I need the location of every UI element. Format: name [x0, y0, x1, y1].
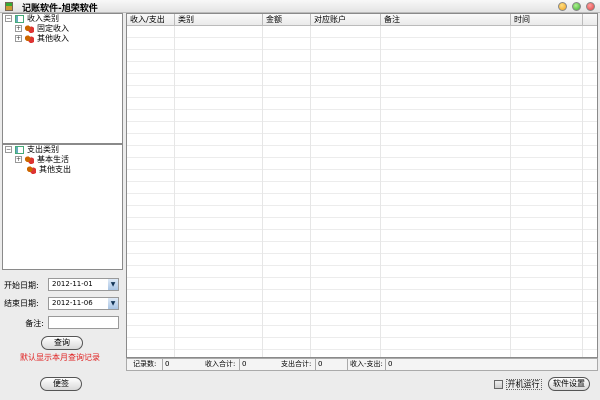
category-icon: [25, 155, 34, 164]
table-icon: [15, 145, 24, 154]
dropdown-arrow-icon[interactable]: ▼: [108, 279, 118, 290]
expand-icon[interactable]: +: [15, 35, 22, 42]
net-value: 0: [385, 359, 595, 370]
checkbox-box[interactable]: [494, 380, 503, 389]
category-icon: [25, 24, 34, 33]
column-divider: [510, 26, 511, 357]
close-button[interactable]: [586, 2, 595, 11]
autostart-label: 开机运行: [505, 379, 542, 390]
tree-root-income[interactable]: − 收入类别: [5, 14, 59, 24]
end-date-picker[interactable]: 2012-11-06 ▼: [48, 297, 119, 310]
tree-item-fixed-income[interactable]: + 固定收入: [15, 24, 69, 34]
settings-button[interactable]: 软件设置: [548, 377, 590, 391]
maximize-button[interactable]: [572, 2, 581, 11]
tree-item-other-income[interactable]: + 其他收入: [15, 34, 69, 44]
collapse-icon[interactable]: −: [5, 146, 12, 153]
collapse-icon[interactable]: −: [5, 15, 12, 22]
column-divider: [174, 26, 175, 357]
record-count-value: 0: [162, 359, 199, 370]
tree-label: 其他支出: [39, 165, 71, 174]
app-icon: [5, 2, 13, 11]
minimize-button[interactable]: [558, 2, 567, 11]
query-button[interactable]: 查询: [41, 336, 83, 350]
column-divider: [380, 26, 381, 357]
column-divider: [582, 26, 583, 357]
start-date-value: 2012-11-01: [52, 280, 93, 288]
title-bar: 记账软件-旭荣软件: [0, 0, 600, 14]
column-divider: [262, 26, 263, 357]
tree-label: 基本生活: [37, 155, 69, 164]
tree-label: 支出类别: [27, 145, 59, 154]
column-header-amount[interactable]: 金额: [263, 14, 311, 26]
column-header-filler: [583, 14, 597, 26]
column-header-account[interactable]: 对应账户: [311, 14, 381, 26]
income-total-label: 收入合计:: [205, 360, 236, 368]
dropdown-arrow-icon[interactable]: ▼: [108, 298, 118, 309]
expense-total-label: 支出合计:: [281, 360, 312, 368]
note-input[interactable]: [48, 316, 119, 329]
tree-label: 收入类别: [27, 14, 59, 23]
tree-label: 其他收入: [37, 34, 69, 43]
net-label: 收入-支出:: [347, 359, 383, 370]
record-count-label: 记录数:: [133, 360, 157, 368]
expand-icon[interactable]: +: [15, 156, 22, 163]
column-header-category[interactable]: 类别: [175, 14, 263, 26]
start-date-picker[interactable]: 2012-11-01 ▼: [48, 278, 119, 291]
table-icon: [15, 14, 24, 23]
tree-item-other-expense[interactable]: 其他支出: [24, 165, 71, 175]
autostart-checkbox[interactable]: 开机运行: [494, 379, 542, 390]
default-query-hint: 默认显示本月查询记录: [20, 353, 100, 362]
column-header-note[interactable]: 备注: [381, 14, 511, 26]
tree-item-basic-living[interactable]: + 基本生活: [15, 155, 69, 165]
end-date-value: 2012-11-06: [52, 299, 93, 307]
income-total-value: 0: [239, 359, 277, 370]
expense-category-tree[interactable]: − 支出类别 + 基本生活 其他支出: [2, 144, 123, 270]
category-icon: [27, 165, 36, 174]
records-table[interactable]: 收入/支出 类别 金额 对应账户 备注 时间: [126, 13, 598, 358]
category-icon: [25, 34, 34, 43]
column-divider: [310, 26, 311, 357]
tree-root-expense[interactable]: − 支出类别: [5, 145, 59, 155]
expense-total-value: 0: [315, 359, 345, 370]
income-category-tree[interactable]: − 收入类别 + 固定收入 + 其他收入: [2, 13, 123, 144]
status-bar: 记录数: 0 收入合计: 0 支出合计: 0 收入-支出: 0: [126, 358, 598, 371]
expand-icon[interactable]: +: [15, 25, 22, 32]
column-header-time[interactable]: 时间: [511, 14, 583, 26]
end-date-label: 结束日期:: [4, 299, 39, 308]
note-label: 备注:: [25, 319, 44, 328]
notes-button[interactable]: 便签: [40, 377, 82, 391]
tree-label: 固定收入: [37, 24, 69, 33]
column-header-type[interactable]: 收入/支出: [127, 14, 175, 26]
start-date-label: 开始日期:: [4, 281, 39, 290]
